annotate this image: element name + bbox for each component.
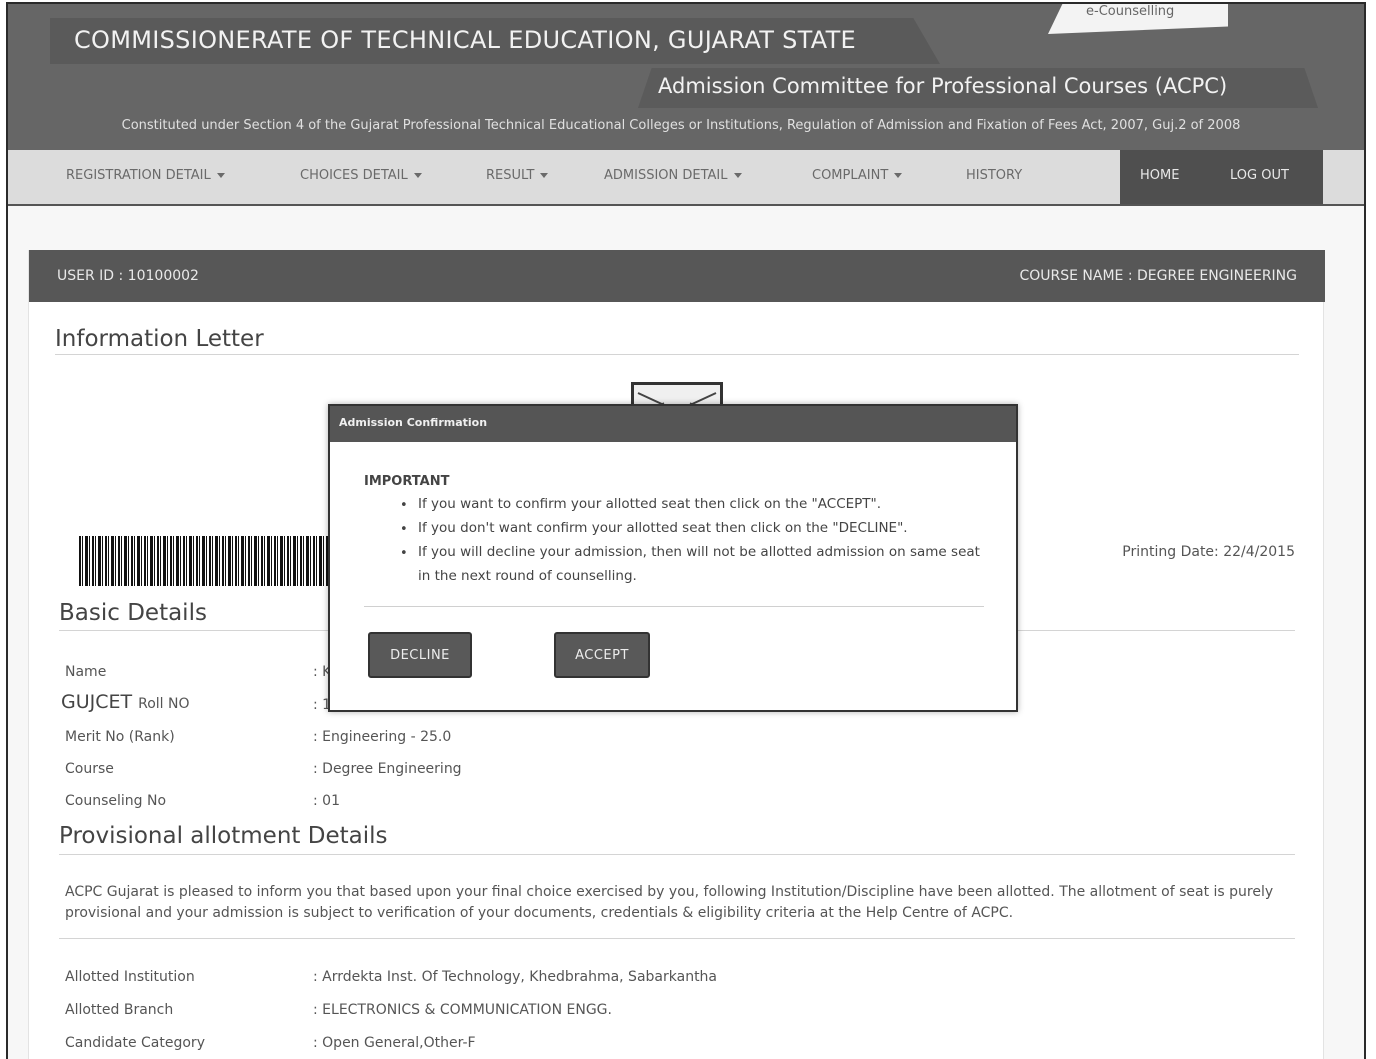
instruction-accept: If you want to confirm your allotted sea…	[418, 496, 882, 512]
counseling-label: Counseling No	[65, 793, 167, 809]
divider	[55, 354, 1299, 355]
decline-button[interactable]: DECLINE	[368, 632, 472, 678]
accept-button[interactable]: ACCEPT	[554, 632, 650, 678]
course-label: Course	[65, 761, 114, 777]
site-title: COMMISSIONERATE OF TECHNICAL EDUCATION, …	[74, 26, 857, 54]
dialog-header: Admission Confirmation	[330, 406, 1016, 442]
divider	[59, 854, 1295, 855]
bullet-icon: •	[400, 522, 408, 537]
roll-no-label-row: GUJCET Roll NO	[61, 691, 190, 713]
user-id: USER ID : 10100002	[57, 268, 199, 284]
provisional-allotment-heading: Provisional allotment Details	[59, 823, 388, 849]
act-description: Constituted under Section 4 of the Gujar…	[121, 118, 1241, 133]
course-value: : Degree Engineering	[313, 761, 462, 777]
barcode	[79, 536, 339, 586]
caret-down-icon	[894, 173, 903, 178]
caret-down-icon	[216, 173, 225, 178]
printing-date: Printing Date: 22/4/2015	[1122, 544, 1295, 560]
site-header: COMMISSIONERATE OF TECHNICAL EDUCATION, …	[8, 4, 1364, 150]
e-counselling-label: e-Counselling	[1086, 4, 1175, 19]
admission-confirmation-dialog: Admission Confirmation IMPORTANT • If yo…	[328, 404, 1018, 712]
merit-value: : Engineering - 25.0	[313, 729, 452, 745]
caret-down-icon	[540, 173, 549, 178]
dialog-divider	[364, 606, 984, 607]
counseling-value: : 01	[313, 793, 340, 809]
nav-complaint-label: COMPLAINT	[812, 168, 889, 183]
caret-down-icon	[733, 173, 742, 178]
name-label: Name	[65, 664, 107, 680]
information-letter-heading: Information Letter	[55, 326, 264, 352]
nav-history[interactable]: HISTORY	[966, 168, 1022, 183]
nav-registration-detail[interactable]: REGISTRATION DETAIL	[66, 168, 225, 183]
site-subtitle: Admission Committee for Professional Cou…	[658, 74, 1228, 98]
allotment-paragraph: ACPC Gujarat is pleased to inform you th…	[65, 884, 1274, 921]
allotted-institution-label: Allotted Institution	[65, 969, 195, 985]
nav-home[interactable]: HOME	[1140, 168, 1179, 183]
user-info-bar: USER ID : 10100002 COURSE NAME : DEGREE …	[29, 250, 1325, 302]
candidate-category-label: Candidate Category	[65, 1035, 205, 1051]
instruction-warning: If you will decline your admission, then…	[418, 544, 980, 584]
roll-no-label: Roll NO	[138, 696, 190, 712]
divider	[59, 938, 1295, 939]
course-name: COURSE NAME : DEGREE ENGINEERING	[1019, 268, 1297, 284]
nav-result[interactable]: RESULT	[486, 168, 549, 183]
allotted-branch-value: : ELECTRONICS & COMMUNICATION ENGG.	[313, 1002, 612, 1018]
bullet-icon: •	[400, 546, 408, 561]
nav-admission-detail[interactable]: ADMISSION DETAIL	[604, 168, 742, 183]
nav-choices-detail[interactable]: CHOICES DETAIL	[300, 168, 422, 183]
nav-logout[interactable]: LOG OUT	[1230, 168, 1289, 183]
dialog-title: Admission Confirmation	[339, 416, 488, 429]
allotted-branch-label: Allotted Branch	[65, 1002, 174, 1018]
bullet-icon: •	[400, 498, 408, 513]
candidate-category-value: : Open General,Other-F	[313, 1035, 476, 1051]
nav-registration-label: REGISTRATION DETAIL	[66, 168, 211, 183]
main-navbar: REGISTRATION DETAIL CHOICES DETAIL RESUL…	[8, 150, 1364, 206]
merit-label: Merit No (Rank)	[65, 729, 175, 745]
nav-choices-label: CHOICES DETAIL	[300, 168, 408, 183]
instruction-decline: If you don't want confirm your allotted …	[418, 520, 908, 536]
nav-result-label: RESULT	[486, 168, 535, 183]
important-heading: IMPORTANT	[364, 474, 450, 489]
allotted-institution-value: : Arrdekta Inst. Of Technology, Khedbrah…	[313, 969, 718, 985]
nav-complaint[interactable]: COMPLAINT	[812, 168, 903, 183]
basic-details-heading: Basic Details	[59, 600, 207, 626]
gujcet-label: GUJCET	[61, 691, 133, 713]
caret-down-icon	[413, 173, 422, 178]
nav-admission-label: ADMISSION DETAIL	[604, 168, 728, 183]
